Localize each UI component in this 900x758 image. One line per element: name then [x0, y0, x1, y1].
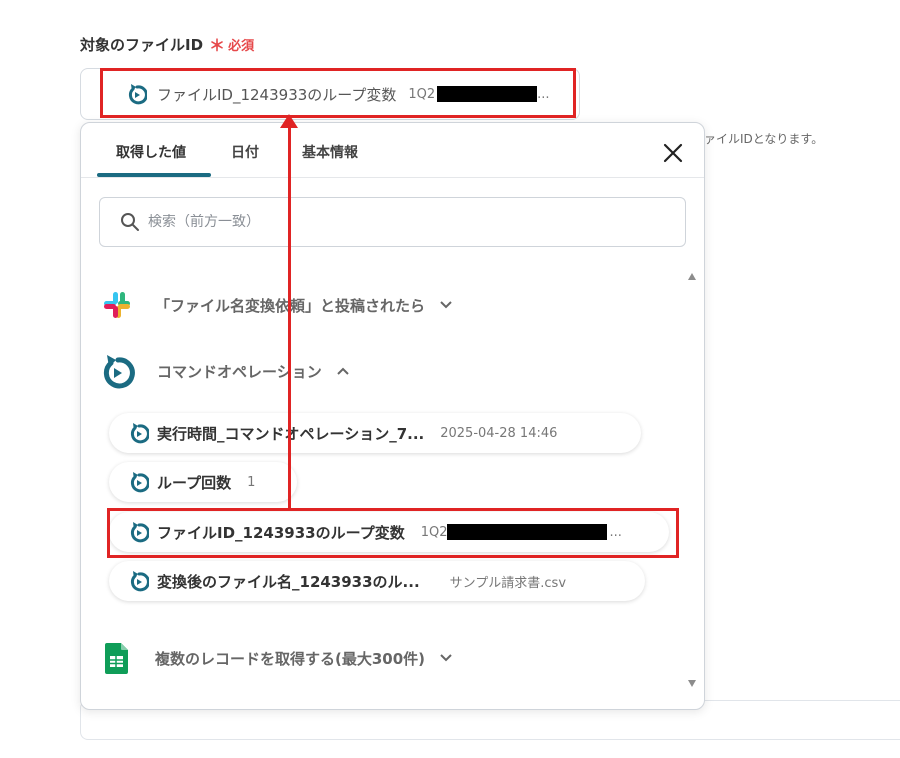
active-tab-indicator — [97, 173, 211, 177]
list-item[interactable]: 変換後のファイル名_1243933のル... サンプル請求書.csv — [109, 561, 645, 601]
file-id-input[interactable]: ファイルID_1243933のループ変数 1Q2 ... — [80, 68, 580, 120]
slack-icon — [104, 292, 130, 318]
field-label-text: 対象のファイルID — [80, 35, 204, 54]
redacted-block — [437, 86, 538, 102]
tab-date[interactable]: 日付 — [231, 142, 259, 162]
tab-basic-info[interactable]: 基本情報 — [302, 142, 358, 162]
item-value: サンプル請求書.csv — [449, 575, 567, 591]
scroll-down-arrow[interactable] — [688, 680, 696, 687]
help-text: ァイルIDとなります。 — [704, 132, 824, 146]
item-value-ellipsis: ... — [609, 524, 622, 540]
value-picker-popup: 取得した値 日付 基本情報 「ファイル名変換依頼」と投稿されたら — [80, 122, 705, 710]
google-sheets-icon — [105, 643, 128, 674]
section-label: 複数のレコードを取得する(最大300件) — [155, 649, 426, 668]
chevron-down-icon — [440, 301, 452, 309]
selected-value-prefix: 1Q2 — [408, 86, 436, 102]
section-google-sheets[interactable]: 複数のレコードを取得する(最大300件) — [101, 641, 453, 675]
selected-value-label: ファイルID_1243933のループ変数 — [157, 85, 397, 104]
loop-icon — [130, 472, 149, 493]
section-slack-trigger[interactable]: 「ファイル名変換依頼」と投稿されたら — [101, 289, 453, 321]
search-input[interactable] — [148, 214, 568, 230]
loop-icon — [128, 84, 147, 105]
required-text: 必須 — [228, 38, 255, 54]
tab-bar: 取得した値 日付 基本情報 — [81, 123, 704, 178]
list-item[interactable]: 実行時間_コマンドオペレーション_7... 2025-04-28 14:46 — [109, 413, 641, 453]
selected-value-ellipsis: ... — [537, 86, 550, 102]
close-icon[interactable] — [661, 141, 685, 165]
tab-acquired-values[interactable]: 取得した値 — [116, 142, 186, 162]
loop-icon — [103, 355, 135, 389]
section-command-operation[interactable]: コマンドオペレーション — [101, 353, 350, 389]
list-item[interactable]: ループ回数 1 — [109, 462, 297, 502]
item-label: ファイルID_1243933のループ変数 — [157, 523, 405, 542]
required-mark: ＊ — [209, 36, 226, 55]
item-label: ループ回数 — [157, 473, 232, 492]
annotation-arrow-line — [288, 124, 291, 510]
selected-value-chip[interactable]: ファイルID_1243933のループ変数 1Q2 ... — [103, 75, 560, 113]
loop-icon — [130, 571, 149, 592]
item-label: 変換後のファイル名_1243933のル... — [157, 572, 420, 591]
chevron-up-icon — [336, 367, 349, 375]
item-value: 1 — [247, 474, 256, 490]
redacted-block — [447, 524, 608, 540]
loop-icon — [130, 423, 149, 444]
item-value: 1Q2 — [420, 524, 448, 540]
chevron-down-icon — [440, 654, 452, 662]
annotation-arrow-head — [280, 114, 298, 128]
field-label: 対象のファイルID ＊ 必須 — [80, 32, 254, 56]
scroll-up-arrow[interactable] — [688, 273, 696, 280]
search-icon — [121, 213, 139, 231]
section-label: コマンドオペレーション — [157, 362, 322, 381]
list-item[interactable]: ファイルID_1243933のループ変数 1Q2 ... — [109, 512, 669, 552]
loop-icon — [130, 522, 149, 543]
search-box[interactable] — [99, 197, 686, 247]
item-value: 2025-04-28 14:46 — [440, 425, 558, 441]
